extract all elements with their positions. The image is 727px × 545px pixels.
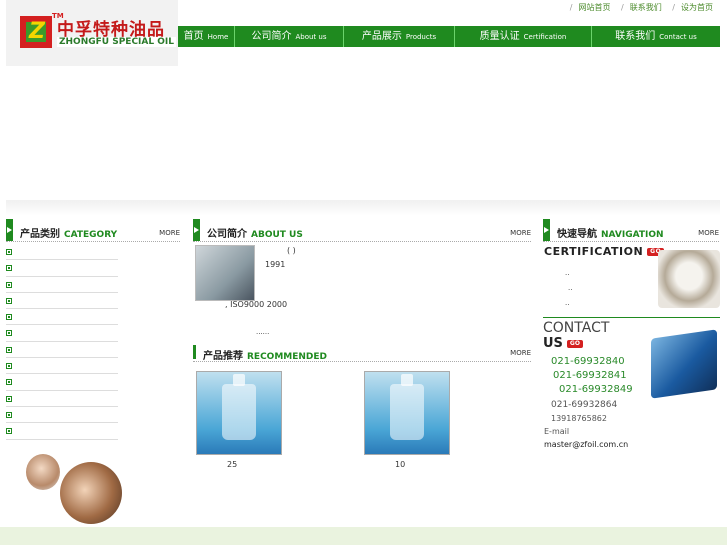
product-image-bottle[interactable] bbox=[196, 371, 282, 455]
separator: / bbox=[621, 3, 624, 12]
category-item[interactable] bbox=[6, 244, 118, 261]
main-nav: 首页 Home 公司简介 About us 产品展示 Products 质量认证 Cer… bbox=[178, 26, 720, 47]
about-text-iso: , ISO9000 2000 bbox=[225, 300, 288, 309]
about-text-year: 1991 bbox=[265, 260, 286, 269]
section-marker-icon bbox=[543, 219, 550, 241]
quick-nav-title-en: NAVIGATION bbox=[601, 230, 664, 240]
bullet-icon bbox=[6, 297, 12, 304]
bullet-icon bbox=[6, 346, 12, 353]
bullet-icon bbox=[6, 314, 12, 321]
category-item[interactable] bbox=[6, 325, 118, 342]
quick-nav-header: 快速导航 NAVIGATION MORE bbox=[543, 219, 719, 242]
email-label: E-mail bbox=[544, 427, 570, 436]
category-item[interactable] bbox=[6, 342, 118, 359]
about-header: 公司简介 ABOUT US MORE bbox=[193, 219, 531, 242]
product-caption[interactable]: 10 bbox=[395, 460, 405, 469]
about-title: 公司简介 bbox=[207, 229, 247, 240]
section-marker-icon bbox=[6, 219, 13, 241]
coffee-cup-image bbox=[658, 250, 720, 308]
category-title: 产品类别 bbox=[20, 229, 60, 240]
go-button[interactable]: GO bbox=[566, 339, 583, 348]
about-office-photo bbox=[195, 245, 255, 301]
recommended-title-en: RECOMMENDED bbox=[247, 352, 328, 362]
bullet-icon bbox=[6, 395, 12, 402]
recommended-more-link[interactable]: MORE bbox=[510, 349, 531, 357]
nav-contact[interactable]: 联系我们 Contact us bbox=[592, 26, 720, 47]
category-item[interactable] bbox=[6, 293, 118, 310]
section-marker-icon bbox=[193, 345, 196, 359]
quick-nav-more-link[interactable]: MORE bbox=[698, 229, 719, 237]
category-more-link[interactable]: MORE bbox=[159, 229, 180, 237]
certification-heading[interactable]: CERTIFICATION GO bbox=[544, 245, 665, 258]
bullet-icon bbox=[6, 428, 12, 435]
logo-english-name: ZHONGFU SPECIAL OIL bbox=[57, 37, 176, 47]
about-title-en: ABOUT US bbox=[251, 230, 303, 240]
bullet-icon bbox=[6, 330, 12, 337]
category-item[interactable] bbox=[6, 309, 118, 326]
category-item[interactable] bbox=[6, 277, 118, 293]
category-title-en: CATEGORY bbox=[64, 230, 118, 240]
nav-about[interactable]: 公司简介 About us bbox=[235, 26, 344, 47]
phone-3: 021-69932849 bbox=[559, 384, 633, 395]
recommended-title: 产品推荐 bbox=[203, 351, 243, 362]
separator: / bbox=[569, 3, 573, 12]
recommended-header: 产品推荐 RECOMMENDED MORE bbox=[193, 339, 531, 362]
category-header: 产品类别 CATEGORY MORE bbox=[6, 219, 180, 242]
bullet-icon bbox=[6, 363, 12, 370]
bullet-icon bbox=[6, 265, 12, 272]
category-item[interactable] bbox=[6, 391, 118, 407]
nav-home[interactable]: 首页 Home bbox=[178, 26, 235, 47]
fax-number: 021-69932864 bbox=[551, 400, 618, 410]
decorative-people-image bbox=[22, 446, 130, 526]
email-address[interactable]: master@zfoil.com.cn bbox=[544, 440, 628, 449]
about-more-link[interactable]: MORE bbox=[510, 229, 531, 237]
contact-title: CONTACT bbox=[543, 320, 610, 336]
mobile-number: 13918765862 bbox=[551, 414, 607, 423]
section-marker-icon bbox=[193, 219, 200, 241]
about-text-paren: ( ) bbox=[287, 246, 296, 255]
category-item[interactable] bbox=[6, 423, 118, 440]
category-item[interactable] bbox=[6, 407, 118, 424]
phone-1: 021-69932840 bbox=[551, 356, 625, 367]
quick-nav-title: 快速导航 bbox=[557, 229, 597, 240]
contact-title-us[interactable]: US GO bbox=[543, 336, 583, 351]
category-list bbox=[6, 244, 118, 440]
divider bbox=[543, 317, 720, 318]
separator: / bbox=[672, 3, 675, 12]
bullet-icon bbox=[6, 411, 12, 418]
bullet-icon bbox=[6, 281, 12, 288]
product-caption[interactable]: 25 bbox=[227, 460, 237, 469]
logo-mark-icon: Z bbox=[20, 16, 52, 48]
contact-link[interactable]: 联系我们 bbox=[630, 3, 662, 12]
bullet-icon bbox=[6, 249, 12, 255]
footer-bar bbox=[0, 527, 727, 545]
about-text-ellipsis[interactable]: ...... bbox=[256, 328, 269, 336]
certification-lines: .. .. .. bbox=[565, 269, 573, 307]
banner-divider bbox=[6, 200, 720, 216]
top-links: / 网站首页 / 联系我们 / 设为首页 bbox=[562, 2, 713, 13]
category-item[interactable] bbox=[6, 358, 118, 375]
set-homepage-link[interactable]: 设为首页 bbox=[681, 3, 713, 12]
nav-products[interactable]: 产品展示 Products bbox=[344, 26, 455, 47]
phone-2: 021-69932841 bbox=[553, 370, 627, 381]
home-link[interactable]: 网站首页 bbox=[579, 3, 611, 12]
product-image-bottle[interactable] bbox=[364, 371, 450, 455]
laptop-headset-image bbox=[651, 329, 717, 399]
bullet-icon bbox=[6, 379, 12, 386]
category-item[interactable] bbox=[6, 260, 118, 277]
nav-certification[interactable]: 质量认证 Certification bbox=[455, 26, 592, 47]
category-item[interactable] bbox=[6, 374, 118, 391]
